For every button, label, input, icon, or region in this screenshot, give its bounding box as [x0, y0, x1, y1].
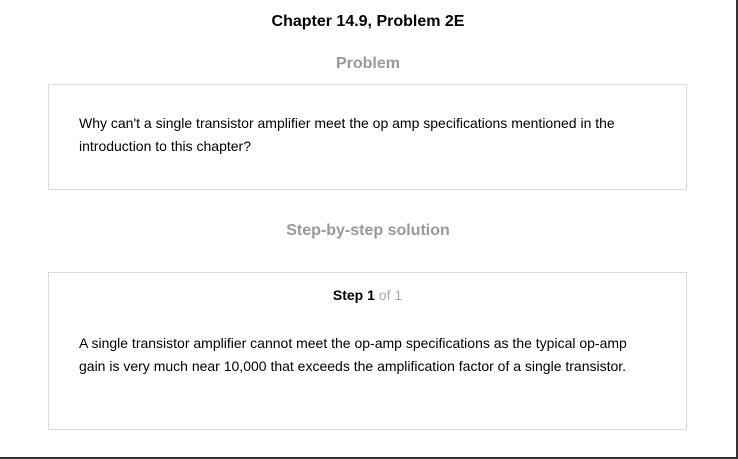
problem-card: Why can't a single transistor amplifier … — [48, 84, 687, 190]
solution-heading: Step-by-step solution — [286, 222, 450, 239]
step-indicator: Step 1 of 1 — [49, 286, 686, 304]
solution-text: A single transistor amplifier cannot mee… — [79, 335, 627, 374]
solution-card: Step 1 of 1 A single transistor amplifie… — [48, 272, 687, 430]
problem-heading: Problem — [335, 55, 400, 72]
step-total: of 1 — [378, 287, 403, 303]
page-title: Chapter 14.9, Problem 2E — [271, 13, 465, 30]
step-label: Step — [332, 287, 364, 303]
problem-text: Why can't a single transistor amplifier … — [79, 115, 615, 154]
step-number: 1 — [367, 287, 375, 303]
